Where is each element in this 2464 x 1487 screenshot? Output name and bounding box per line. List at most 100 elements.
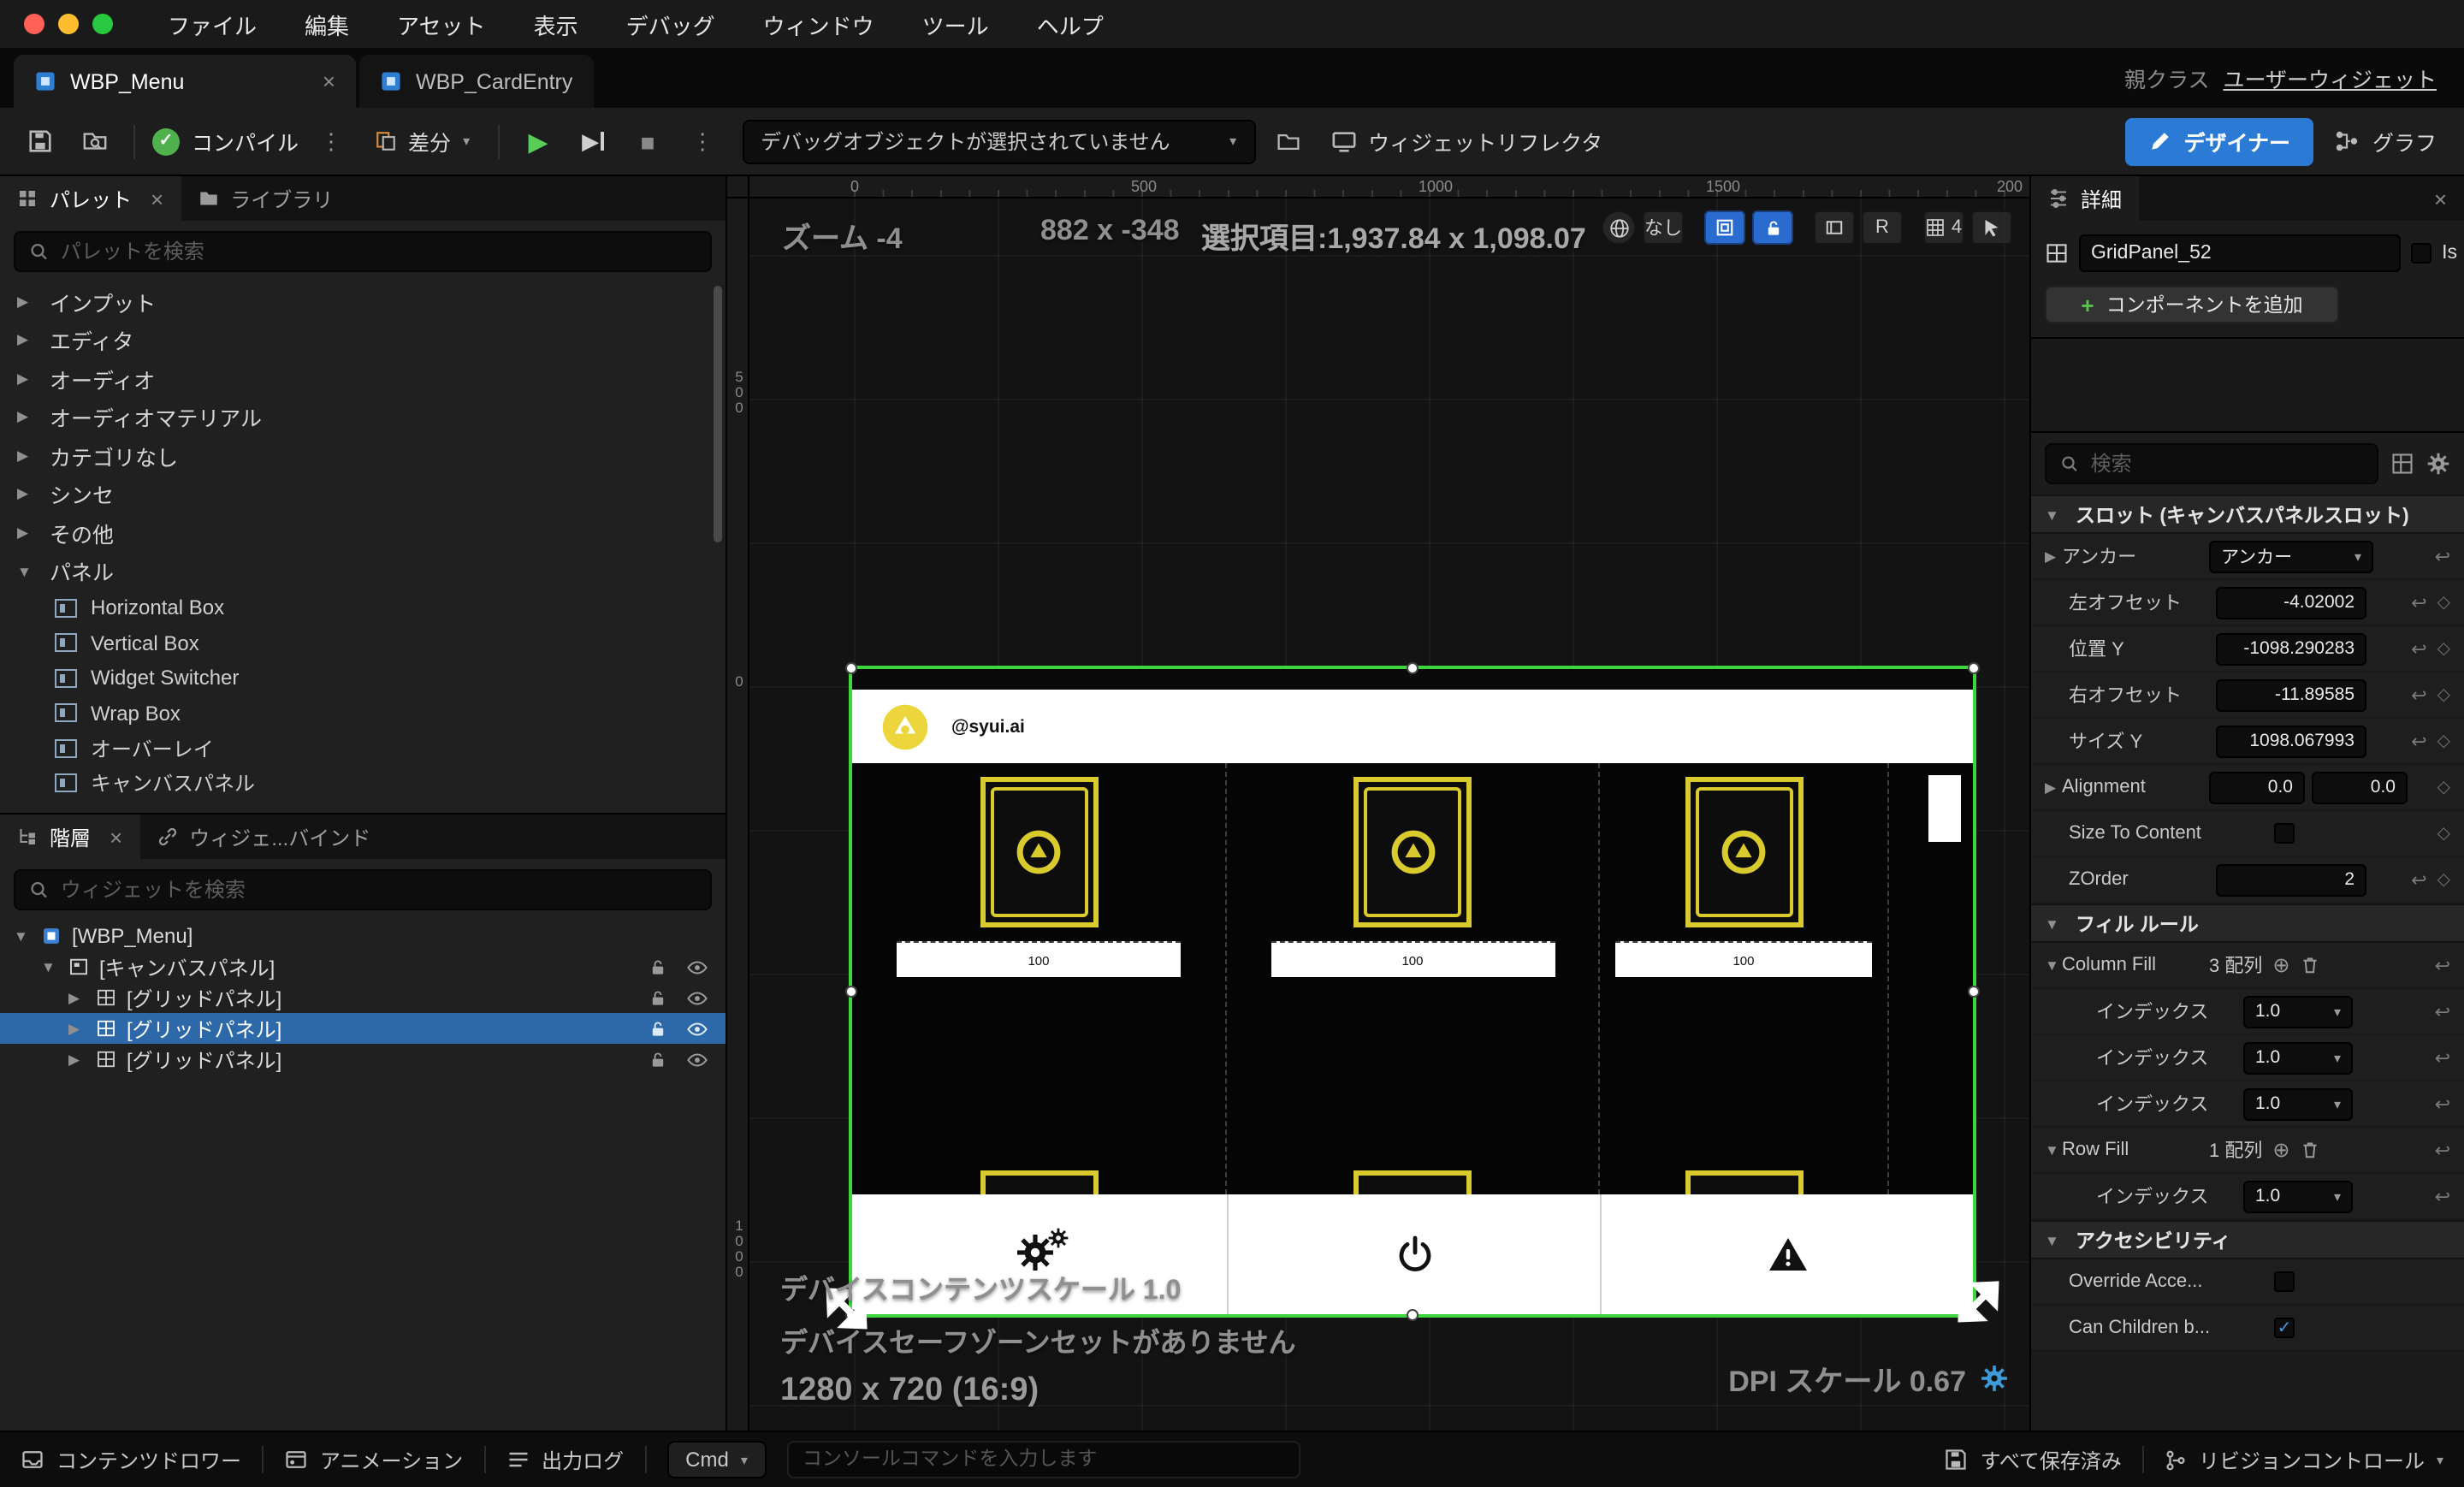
hierarchy-search-input[interactable] — [61, 878, 696, 902]
menu-file[interactable]: ファイル — [144, 8, 281, 40]
reset-to-default-icon[interactable]: ↩ — [2435, 1000, 2450, 1022]
eye-icon[interactable] — [686, 956, 708, 978]
bind-diamond-icon[interactable]: ◇ — [2437, 593, 2450, 612]
close-tab-icon[interactable]: × — [323, 68, 335, 94]
size-to-content-checkbox[interactable] — [2274, 823, 2295, 844]
reset-to-default-icon[interactable]: ↩ — [2411, 591, 2426, 613]
add-component-button[interactable]: + コンポーネントを追加 — [2045, 286, 2339, 323]
palette-category-input[interactable]: ▶インプット — [0, 282, 726, 321]
lock-icon[interactable] — [649, 957, 667, 976]
selection-handle[interactable] — [1968, 985, 1980, 997]
outline-toggle-button[interactable] — [1704, 210, 1745, 245]
localization-none-button[interactable]: なし — [1643, 210, 1684, 245]
bind-diamond-icon[interactable]: ◇ — [2437, 824, 2450, 843]
play-options-button[interactable]: ⋮ — [680, 117, 725, 165]
reset-to-default-icon[interactable]: ↩ — [2435, 954, 2450, 976]
zoom-to-fit-button[interactable] — [1971, 210, 2012, 245]
bind-diamond-icon[interactable]: ◇ — [2437, 870, 2450, 889]
selection-handle[interactable] — [845, 662, 857, 674]
offset-left-input[interactable]: -4.02002 — [2216, 586, 2366, 619]
designer-viewport[interactable]: 0 500 1000 1500 200 500 0 1000 ズーム -4 88… — [727, 176, 2029, 1431]
reset-to-default-icon[interactable]: ↩ — [2435, 1093, 2450, 1115]
close-window-button[interactable] — [24, 14, 44, 34]
hierarchy-row-grid-panel-2-selected[interactable]: ▶ [グリッドパネル] — [0, 1013, 726, 1044]
palette-item-widget-switcher[interactable]: Widget Switcher — [0, 661, 726, 696]
widget-preview[interactable]: @syui.ai 100 100 — [852, 669, 1973, 1314]
chevron-right-icon[interactable]: ▶ — [2045, 547, 2062, 566]
can-children-checkbox[interactable] — [2274, 1318, 2295, 1338]
compile-options-button[interactable]: ⋮ — [309, 117, 353, 165]
widget-name-input[interactable] — [2079, 234, 2401, 272]
selection-handle[interactable] — [1406, 1309, 1418, 1321]
menu-help[interactable]: ヘルプ — [1013, 8, 1128, 40]
tab-hierarchy[interactable]: 階層 × — [0, 815, 139, 859]
zorder-input[interactable]: 2 — [2216, 863, 2366, 896]
bind-diamond-icon[interactable]: ◇ — [2437, 732, 2450, 750]
section-slot[interactable]: ▼ スロット (キャンバスパネルスロット) — [2031, 495, 2464, 534]
chevron-right-icon[interactable]: ▶ — [2045, 778, 2062, 797]
reset-to-default-icon[interactable]: ↩ — [2435, 1139, 2450, 1161]
anchor-dropdown[interactable]: アンカー ▾ — [2209, 540, 2373, 572]
respect-locks-button[interactable]: R — [1862, 210, 1903, 245]
reset-to-default-icon[interactable]: ↩ — [2411, 637, 2426, 660]
card-item[interactable] — [980, 777, 1098, 927]
graph-mode-button[interactable]: グラフ — [2325, 117, 2447, 165]
play-button[interactable]: ▶ — [516, 117, 560, 165]
card-count-badge[interactable]: 100 — [897, 941, 1181, 977]
column-index-dropdown[interactable]: 1.0▾ — [2243, 1087, 2353, 1120]
eye-icon[interactable] — [686, 986, 708, 1009]
reset-to-default-icon[interactable]: ↩ — [2435, 1185, 2450, 1207]
column-index-dropdown[interactable]: 1.0▾ — [2243, 1041, 2353, 1074]
diff-button[interactable]: 差分 ▾ — [364, 117, 480, 165]
menu-debug[interactable]: デバッグ — [602, 8, 739, 40]
menu-window[interactable]: ウィンドウ — [739, 8, 898, 40]
palette-category-panel[interactable]: ▼パネル — [0, 552, 726, 590]
palette-category-audio-material[interactable]: ▶オーディオマテリアル — [0, 398, 726, 436]
menu-view[interactable]: 表示 — [510, 8, 602, 40]
grid-snap-button[interactable]: 4 — [1923, 210, 1964, 245]
selection-handle[interactable] — [1968, 662, 1980, 674]
tab-wbp-cardentry[interactable]: WBP_CardEntry — [359, 55, 593, 108]
is-variable-checkbox[interactable] — [2411, 243, 2431, 264]
palette-item-wrap-box[interactable]: Wrap Box — [0, 696, 726, 731]
bind-diamond-icon[interactable]: ◇ — [2437, 639, 2450, 658]
card-count-badge[interactable]: 100 — [1270, 941, 1555, 977]
reset-to-default-icon[interactable]: ↩ — [2411, 730, 2426, 752]
chevron-down-icon[interactable]: ▼ — [2045, 957, 2062, 974]
section-accessibility[interactable]: ▼ アクセシビリティ — [2031, 1220, 2464, 1259]
selection-handle[interactable] — [845, 985, 857, 997]
animation-button[interactable]: アニメーション — [284, 1445, 463, 1474]
palette-item-overlay[interactable]: オーバーレイ — [0, 731, 726, 766]
debug-object-dropdown[interactable]: デバッグオブジェクトが選択されていません ▾ — [742, 119, 1255, 163]
find-debug-object-button[interactable] — [1265, 117, 1310, 165]
tab-wbp-menu[interactable]: WBP_Menu × — [14, 55, 356, 108]
palette-category-synth[interactable]: ▶シンセ — [0, 475, 726, 513]
menu-asset[interactable]: アセット — [373, 8, 510, 40]
tab-details[interactable]: 詳細 — [2031, 176, 2139, 221]
frame-skip-button[interactable]: ▶ — [571, 117, 615, 165]
trash-icon[interactable] — [2301, 955, 2321, 975]
save-status-button[interactable]: すべて保存済み — [1945, 1445, 2122, 1474]
alignment-y-input[interactable]: 0.0 — [2312, 771, 2408, 803]
lock-icon[interactable] — [649, 988, 667, 1007]
close-panel-icon[interactable]: × — [151, 186, 163, 211]
content-drawer-button[interactable]: コンテンツドロワー — [21, 1445, 241, 1474]
console-command-input[interactable] — [787, 1441, 1300, 1478]
card-item-partial[interactable] — [1685, 1170, 1803, 1194]
hierarchy-row-grid-panel-3[interactable]: ▶ [グリッドパネル] — [0, 1044, 726, 1075]
designer-mode-button[interactable]: デザイナー — [2125, 117, 2314, 165]
palette-item-horizontal-box[interactable]: Horizontal Box — [0, 590, 726, 625]
stop-button[interactable]: ■ — [625, 117, 670, 165]
override-accessibility-checkbox[interactable] — [2274, 1271, 2295, 1292]
eye-icon[interactable] — [686, 1048, 708, 1070]
widget-header-bar[interactable]: @syui.ai — [852, 690, 1973, 763]
revision-control-button[interactable]: リビジョンコントロール ▾ — [2165, 1445, 2443, 1474]
bind-diamond-icon[interactable]: ◇ — [2437, 685, 2450, 704]
zoom-window-button[interactable] — [92, 14, 113, 34]
row-index-dropdown[interactable]: 1.0▾ — [2243, 1180, 2353, 1212]
localization-globe-button[interactable] — [1602, 210, 1636, 245]
card-item[interactable] — [1685, 777, 1803, 927]
position-y-input[interactable]: -1098.290283 — [2216, 632, 2366, 665]
section-fill-rules[interactable]: ▼ フィル ルール — [2031, 903, 2464, 943]
card-item-partial[interactable] — [980, 1170, 1098, 1194]
